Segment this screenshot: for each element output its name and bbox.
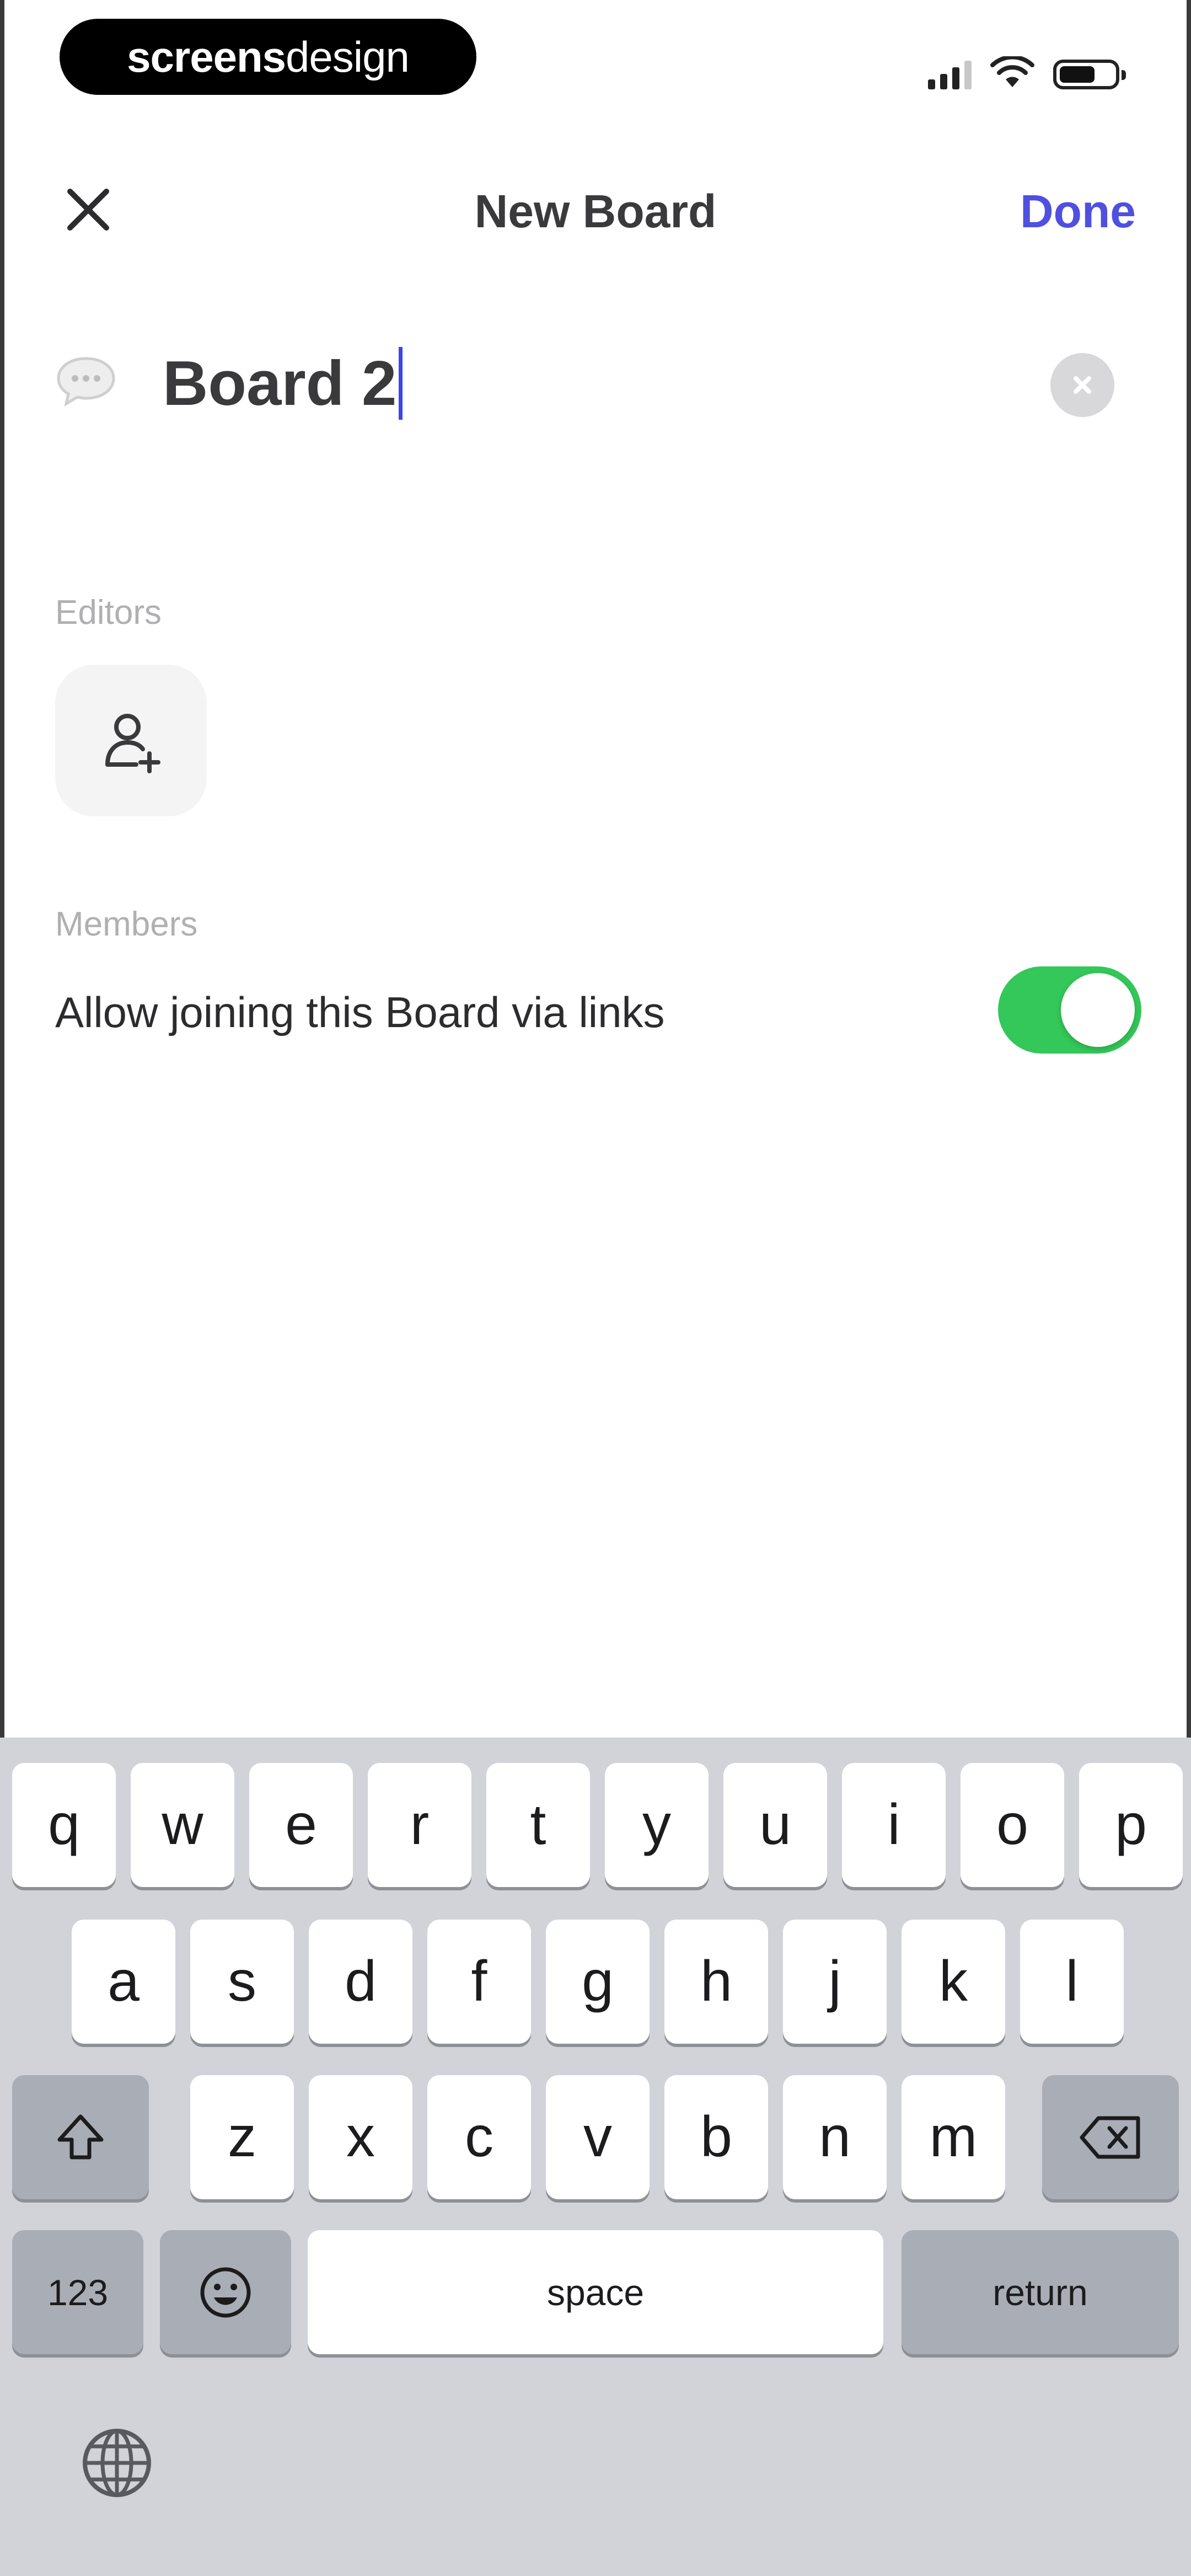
- key-e[interactable]: e: [249, 1763, 353, 1887]
- battery-icon: [1053, 60, 1126, 89]
- key-f[interactable]: f: [427, 1920, 531, 2044]
- key-a[interactable]: a: [72, 1920, 175, 2044]
- key-c[interactable]: c: [427, 2075, 531, 2199]
- key-d[interactable]: d: [309, 1920, 412, 2044]
- key-w[interactable]: w: [131, 1763, 234, 1887]
- key-t[interactable]: t: [486, 1763, 590, 1887]
- key-n[interactable]: n: [783, 2075, 887, 2199]
- emoji-key[interactable]: [160, 2230, 291, 2354]
- key-m[interactable]: m: [902, 2075, 1005, 2199]
- key-q[interactable]: q: [12, 1763, 116, 1887]
- text-caret: [399, 347, 403, 420]
- shift-icon: [57, 2114, 104, 2159]
- key-g[interactable]: g: [546, 1920, 650, 2044]
- signal-icon: [928, 60, 972, 89]
- key-x[interactable]: x: [309, 2075, 412, 2199]
- key-j[interactable]: j: [783, 1920, 887, 2044]
- key-v[interactable]: v: [546, 2075, 650, 2199]
- board-name-input[interactable]: Board 2: [163, 339, 990, 427]
- key-s[interactable]: s: [190, 1920, 294, 2044]
- numbers-key[interactable]: 123: [12, 2230, 143, 2354]
- clear-circle-icon: [1074, 376, 1091, 394]
- backspace-key[interactable]: [1042, 2075, 1179, 2199]
- key-p[interactable]: p: [1079, 1763, 1183, 1887]
- key-y[interactable]: y: [605, 1763, 709, 1887]
- brand-bold-text: screens: [127, 32, 286, 81]
- board-name-text: Board 2: [163, 348, 397, 419]
- brand-light-text: design: [286, 32, 410, 81]
- backspace-icon: [1080, 2116, 1140, 2158]
- brand-watermark: screens design: [60, 19, 476, 95]
- add-person-icon: [105, 713, 160, 773]
- shift-key[interactable]: [12, 2075, 149, 2199]
- done-button[interactable]: Done: [1020, 185, 1136, 238]
- return-key[interactable]: return: [902, 2230, 1179, 2354]
- members-section-label: Members: [55, 905, 198, 943]
- add-editor-button[interactable]: [55, 665, 207, 816]
- link-join-toggle[interactable]: [998, 966, 1141, 1054]
- key-r[interactable]: r: [368, 1763, 471, 1887]
- status-icons: [928, 51, 1126, 89]
- chat-bubble-icon[interactable]: [53, 353, 119, 408]
- emoji-icon: [200, 2267, 251, 2317]
- key-b[interactable]: b: [664, 2075, 768, 2199]
- editors-section-label: Editors: [55, 594, 162, 632]
- key-k[interactable]: k: [902, 1920, 1005, 2044]
- toggle-knob: [1061, 973, 1135, 1047]
- key-z[interactable]: z: [190, 2075, 294, 2199]
- key-o[interactable]: o: [961, 1763, 1064, 1887]
- page-title: New Board: [474, 185, 717, 237]
- link-join-label: Allow joining this Board via links: [55, 988, 665, 1036]
- key-l[interactable]: l: [1020, 1920, 1124, 2044]
- key-u[interactable]: u: [723, 1763, 827, 1887]
- wifi-icon: [990, 56, 1034, 87]
- key-i[interactable]: i: [842, 1763, 946, 1887]
- space-key[interactable]: space: [308, 2230, 883, 2354]
- clear-name-button[interactable]: [1050, 353, 1114, 417]
- key-h[interactable]: h: [664, 1920, 768, 2044]
- globe-icon[interactable]: [78, 2424, 155, 2502]
